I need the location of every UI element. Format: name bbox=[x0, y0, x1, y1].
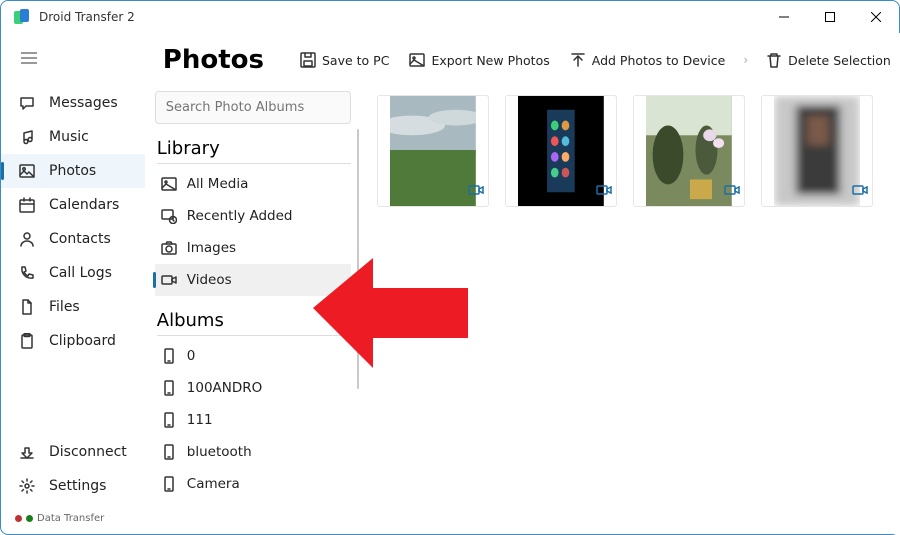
clipboard-icon bbox=[19, 333, 35, 349]
sidebar-item-label: Call Logs bbox=[49, 265, 112, 281]
sidebar: Messages Music Photos Calendars Contacts… bbox=[1, 33, 145, 534]
upload-icon bbox=[570, 52, 586, 68]
toolbar: Photos Save to PC Export New Photos Add … bbox=[145, 33, 900, 85]
sidebar-item-label: Settings bbox=[49, 478, 106, 494]
photo-icon bbox=[19, 163, 35, 179]
video-thumbnail[interactable] bbox=[761, 95, 873, 207]
album-item[interactable]: 111 bbox=[155, 404, 351, 436]
library-item-recently-added[interactable]: Recently Added bbox=[155, 200, 351, 232]
save-to-pc-button[interactable]: Save to PC bbox=[296, 48, 393, 72]
device-icon bbox=[161, 476, 177, 492]
scrollbar[interactable] bbox=[357, 129, 359, 389]
video-badge-icon bbox=[852, 182, 868, 202]
library-panel: Library All Media Recently Added Images … bbox=[145, 85, 361, 534]
status-text: Data Transfer bbox=[37, 513, 104, 524]
sidebar-item-label: Contacts bbox=[49, 231, 111, 247]
recent-icon bbox=[161, 208, 177, 224]
album-item[interactable]: 100ANDRO bbox=[155, 372, 351, 404]
save-icon bbox=[300, 52, 316, 68]
hamburger-button[interactable] bbox=[1, 41, 145, 76]
trash-icon bbox=[766, 52, 782, 68]
status-dot-green bbox=[26, 515, 33, 522]
sidebar-item-label: Files bbox=[49, 299, 80, 315]
device-icon bbox=[161, 412, 177, 428]
add-photos-button[interactable]: Add Photos to Device bbox=[566, 48, 730, 72]
chevron-right-icon: › bbox=[741, 53, 750, 67]
close-button[interactable] bbox=[853, 1, 899, 33]
sidebar-item-music[interactable]: Music bbox=[1, 120, 145, 154]
titlebar: Droid Transfer 2 bbox=[1, 1, 899, 33]
sidebar-item-contacts[interactable]: Contacts bbox=[1, 222, 145, 256]
maximize-button[interactable] bbox=[807, 1, 853, 33]
video-thumbnail[interactable] bbox=[633, 95, 745, 207]
media-icon bbox=[161, 176, 177, 192]
album-item[interactable]: Camera bbox=[155, 468, 351, 500]
device-icon bbox=[161, 444, 177, 460]
video-badge-icon bbox=[596, 182, 612, 202]
app-icon bbox=[13, 8, 31, 26]
sidebar-item-label: Clipboard bbox=[49, 333, 116, 349]
sidebar-item-calendars[interactable]: Calendars bbox=[1, 188, 145, 222]
window-controls bbox=[761, 1, 899, 33]
status-bar: Data Transfer bbox=[1, 503, 145, 534]
sidebar-item-label: Disconnect bbox=[49, 444, 127, 460]
export-button[interactable]: Export New Photos bbox=[405, 48, 553, 72]
chat-icon bbox=[19, 95, 35, 111]
library-item-all-media[interactable]: All Media bbox=[155, 168, 351, 200]
album-item[interactable]: bluetooth bbox=[155, 436, 351, 468]
sidebar-item-label: Music bbox=[49, 129, 89, 145]
video-thumbnail[interactable] bbox=[377, 95, 489, 207]
video-badge-icon bbox=[724, 182, 740, 202]
export-icon bbox=[409, 52, 425, 68]
sidebar-item-label: Calendars bbox=[49, 197, 119, 213]
sidebar-item-settings[interactable]: Settings bbox=[1, 469, 145, 503]
device-icon bbox=[161, 380, 177, 396]
thumbnail-grid bbox=[361, 85, 900, 534]
gear-icon bbox=[19, 478, 35, 494]
sidebar-item-disconnect[interactable]: Disconnect bbox=[1, 435, 145, 469]
disconnect-icon bbox=[19, 444, 35, 460]
status-dot-red bbox=[15, 515, 22, 522]
video-thumbnail[interactable] bbox=[505, 95, 617, 207]
sidebar-item-photos[interactable]: Photos bbox=[1, 154, 145, 188]
albums-heading: Albums bbox=[157, 310, 351, 336]
camera-icon bbox=[161, 240, 177, 256]
music-icon bbox=[19, 129, 35, 145]
sidebar-item-label: Photos bbox=[49, 163, 96, 179]
calendar-icon bbox=[19, 197, 35, 213]
library-item-videos[interactable]: Videos bbox=[155, 264, 351, 296]
device-icon bbox=[161, 348, 177, 364]
video-icon bbox=[161, 272, 177, 288]
sidebar-item-call-logs[interactable]: Call Logs bbox=[1, 256, 145, 290]
sidebar-item-clipboard[interactable]: Clipboard bbox=[1, 324, 145, 358]
app-title: Droid Transfer 2 bbox=[39, 10, 135, 24]
delete-button[interactable]: Delete Selection bbox=[762, 48, 895, 72]
phone-icon bbox=[19, 265, 35, 281]
search-input[interactable] bbox=[155, 91, 351, 124]
sidebar-item-messages[interactable]: Messages bbox=[1, 86, 145, 120]
file-icon bbox=[19, 299, 35, 315]
library-item-images[interactable]: Images bbox=[155, 232, 351, 264]
sidebar-item-label: Messages bbox=[49, 95, 118, 111]
user-icon bbox=[19, 231, 35, 247]
sidebar-item-files[interactable]: Files bbox=[1, 290, 145, 324]
video-badge-icon bbox=[468, 182, 484, 202]
album-item[interactable]: 0 bbox=[155, 340, 351, 372]
minimize-button[interactable] bbox=[761, 1, 807, 33]
page-title: Photos bbox=[163, 45, 264, 75]
library-heading: Library bbox=[157, 138, 351, 164]
main-panel: Photos Save to PC Export New Photos Add … bbox=[145, 33, 900, 534]
